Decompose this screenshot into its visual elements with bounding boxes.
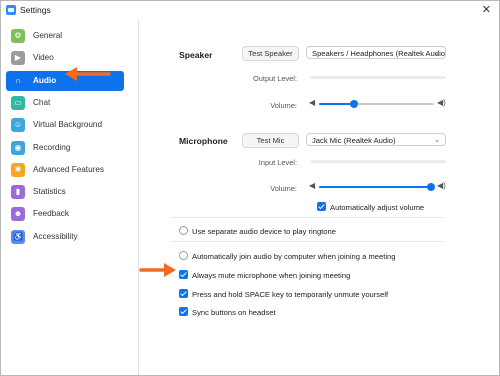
- auto-adjust-volume-label: Automatically adjust volume: [330, 203, 425, 212]
- test-speaker-button[interactable]: Test Speaker: [242, 46, 299, 61]
- volume-high-icon: ◀): [437, 181, 446, 190]
- chat-bubble-icon: ▭: [11, 95, 25, 110]
- sidebar-item-label: Chat: [33, 97, 51, 107]
- sidebar-item-label: Accessibility: [33, 231, 78, 241]
- volume-low-icon: ◀: [309, 98, 316, 107]
- sidebar-item-label: Video: [33, 53, 54, 63]
- microphone-section-label: Microphone: [179, 136, 228, 146]
- sync-headset-buttons-label: Sync buttons on headset: [192, 308, 276, 317]
- headphones-icon: ∩: [15, 75, 21, 85]
- statistics-icon: ▮: [11, 185, 25, 200]
- microphone-volume-thumb[interactable]: [426, 183, 435, 191]
- sidebar-item-label: Statistics: [33, 187, 66, 197]
- auto-join-audio-checkbox[interactable]: [179, 251, 188, 260]
- advanced-settings-icon: ✱: [11, 162, 25, 177]
- speaker-section-label: Speaker: [179, 50, 213, 60]
- chevron-down-icon: ⌄: [434, 137, 440, 144]
- sidebar-item-label: Virtual Background: [33, 120, 103, 130]
- sidebar-item-general[interactable]: ⚙ General: [6, 26, 124, 46]
- sidebar-item-statistics[interactable]: ▮ Statistics: [6, 182, 124, 202]
- separate-ringtone-device-checkbox[interactable]: [179, 226, 188, 235]
- sidebar-item-recording[interactable]: ◉ Recording: [6, 138, 124, 158]
- annotation-arrow-audio: [65, 67, 111, 81]
- test-mic-button[interactable]: Test Mic: [242, 133, 299, 148]
- settings-window: Settings ✕ ⚙ General ▶ Video ∩ Audio ▭ Chat ☺ Vir…: [0, 0, 500, 376]
- speaker-device-select[interactable]: Speakers / Headphones (Realtek Audio ⌄: [306, 46, 446, 59]
- gear-icon: ⚙: [11, 29, 25, 43]
- microphone-device-select[interactable]: Jack Mic (Realtek Audio) ⌄: [306, 133, 446, 146]
- sidebar-item-virtual-background[interactable]: ☺ Virtual Background: [6, 115, 124, 135]
- sidebar-item-label: Feedback: [33, 209, 69, 219]
- sidebar-item-feedback[interactable]: ☻ Feedback: [6, 204, 124, 224]
- speaker-volume-fill: [319, 103, 354, 105]
- auto-adjust-volume-checkbox[interactable]: [317, 202, 326, 211]
- volume-low-icon: ◀: [309, 181, 316, 190]
- sidebar-item-label: Audio: [33, 75, 57, 85]
- space-unmute-checkbox[interactable]: [179, 289, 188, 298]
- speaker-volume-thumb[interactable]: [349, 100, 358, 108]
- sidebar-item-accessibility[interactable]: ♿ Accessibility: [6, 227, 124, 247]
- video-camera-icon: ▶: [11, 51, 25, 66]
- auto-join-audio-label: Automatically join audio by computer whe…: [192, 252, 396, 261]
- zoom-app-icon: [6, 5, 16, 15]
- sidebar-item-label: Advanced Features: [33, 164, 105, 174]
- record-icon: ◉: [11, 140, 25, 155]
- feedback-icon: ☻: [11, 207, 25, 222]
- speaker-volume-slider[interactable]: [319, 100, 434, 108]
- audio-settings-panel: Speaker Test Speaker Speakers / Headphon…: [139, 19, 499, 375]
- sidebar-item-label: General: [33, 31, 63, 40]
- speaker-device-value: Speakers / Headphones (Realtek Audio: [312, 49, 445, 58]
- microphone-volume-label: Volume:: [270, 184, 297, 193]
- person-background-icon: ☺: [11, 118, 25, 133]
- window-title: Settings: [20, 5, 51, 15]
- speaker-volume-label: Volume:: [270, 101, 297, 110]
- input-level-meter: [310, 160, 446, 163]
- section-divider: [171, 241, 443, 242]
- input-level-label: Input Level:: [258, 158, 297, 167]
- annotation-arrow-always-mute: [139, 263, 176, 277]
- title-bar: Settings ✕: [1, 1, 499, 19]
- separate-ringtone-device-label: Use separate audio device to play ringto…: [192, 227, 336, 236]
- accessibility-icon: ♿: [11, 229, 25, 244]
- microphone-device-value: Jack Mic (Realtek Audio): [312, 136, 396, 145]
- sidebar-item-chat[interactable]: ▭ Chat: [6, 93, 124, 113]
- sync-headset-buttons-checkbox[interactable]: [179, 307, 188, 316]
- chevron-down-icon: ⌄: [434, 50, 440, 57]
- close-icon[interactable]: ✕: [482, 3, 491, 16]
- section-divider: [171, 217, 443, 218]
- sidebar-item-advanced-features[interactable]: ✱ Advanced Features: [6, 160, 124, 180]
- microphone-volume-fill: [319, 186, 431, 188]
- output-level-meter: [310, 76, 446, 79]
- always-mute-mic-checkbox[interactable]: [179, 270, 188, 279]
- space-unmute-label: Press and hold SPACE key to temporarily …: [192, 290, 389, 299]
- volume-high-icon: ◀): [437, 98, 446, 107]
- microphone-volume-slider[interactable]: [319, 183, 435, 191]
- output-level-label: Output Level:: [253, 74, 297, 83]
- always-mute-mic-label: Always mute microphone when joining meet…: [192, 271, 351, 280]
- sidebar-item-label: Recording: [33, 142, 71, 152]
